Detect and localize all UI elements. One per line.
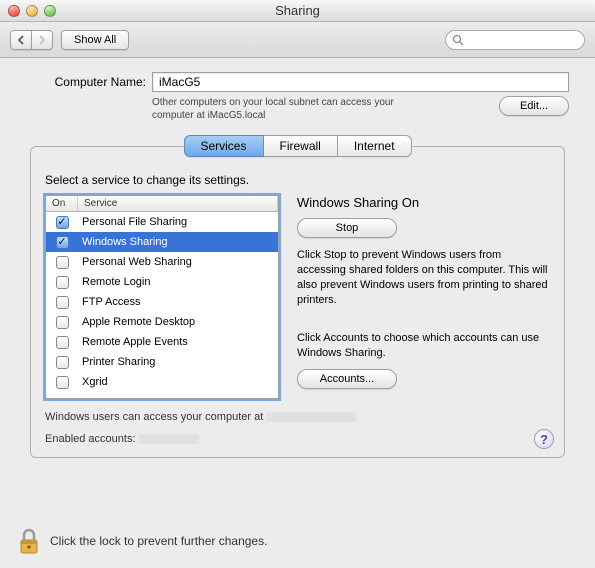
access-text: Windows users can access your computer a…: [45, 411, 263, 423]
redacted-address: [266, 412, 356, 422]
list-item[interactable]: Apple Remote Desktop: [46, 312, 278, 332]
lock-text: Click the lock to prevent further change…: [50, 534, 267, 548]
edit-button[interactable]: Edit...: [499, 96, 569, 116]
tab-firewall[interactable]: Firewall: [263, 135, 337, 157]
service-checkbox[interactable]: [56, 356, 69, 369]
list-item[interactable]: ✓ Windows Sharing: [46, 232, 278, 252]
service-checkbox[interactable]: ✓: [56, 216, 69, 229]
list-item[interactable]: FTP Access: [46, 292, 278, 312]
service-desc-1: Click Stop to prevent Windows users from…: [297, 248, 550, 307]
service-label: Windows Sharing: [78, 236, 278, 248]
list-item[interactable]: Printer Sharing: [46, 352, 278, 372]
column-on[interactable]: On: [46, 196, 78, 211]
service-label: Personal File Sharing: [78, 216, 278, 228]
search-input[interactable]: [467, 33, 578, 47]
redacted-accounts: [139, 434, 199, 444]
list-item[interactable]: ✓ Personal File Sharing: [46, 212, 278, 232]
computer-name-field[interactable]: [152, 72, 569, 92]
search-field[interactable]: [445, 30, 585, 50]
forward-button[interactable]: [31, 30, 53, 50]
panel-instruction: Select a service to change its settings.: [45, 173, 550, 187]
service-label: Apple Remote Desktop: [78, 316, 278, 328]
service-label: Printer Sharing: [78, 356, 278, 368]
service-checkbox[interactable]: [56, 376, 69, 389]
service-checkbox[interactable]: [56, 256, 69, 269]
lock-row: Click the lock to prevent further change…: [16, 526, 267, 556]
service-checkbox[interactable]: [56, 296, 69, 309]
computer-name-label: Computer Name:: [26, 75, 146, 89]
back-button[interactable]: [10, 30, 31, 50]
content-area: Computer Name: Other computers on your l…: [0, 58, 595, 464]
panel-footer: Windows users can access your computer a…: [45, 411, 550, 445]
titlebar: Sharing: [0, 0, 595, 22]
service-label: Personal Web Sharing: [78, 256, 278, 268]
service-label: Remote Apple Events: [78, 336, 278, 348]
window-title: Sharing: [0, 3, 595, 18]
services-list[interactable]: On Service ✓ Personal File Sharing ✓ Window…: [45, 195, 279, 399]
service-checkbox[interactable]: [56, 316, 69, 329]
chevron-right-icon: [38, 35, 46, 45]
service-checkbox[interactable]: ✓: [56, 236, 69, 249]
column-service[interactable]: Service: [78, 196, 278, 211]
show-all-button[interactable]: Show All: [61, 30, 129, 50]
lock-icon[interactable]: [16, 526, 42, 556]
service-label: Remote Login: [78, 276, 278, 288]
enabled-accounts-text: Enabled accounts:: [45, 433, 136, 445]
stop-button[interactable]: Stop: [297, 218, 397, 238]
list-header: On Service: [46, 196, 278, 212]
service-desc-2: Click Accounts to choose which accounts …: [297, 331, 550, 361]
help-button[interactable]: ?: [534, 429, 554, 449]
service-label: FTP Access: [78, 296, 278, 308]
search-icon: [452, 34, 463, 46]
service-status-title: Windows Sharing On: [297, 195, 550, 210]
list-item[interactable]: Personal Web Sharing: [46, 252, 278, 272]
list-item[interactable]: Remote Login: [46, 272, 278, 292]
nav-back-forward: [10, 30, 53, 50]
tab-internet[interactable]: Internet: [338, 135, 412, 157]
tab-services[interactable]: Services: [183, 135, 263, 157]
service-detail: Windows Sharing On Stop Click Stop to pr…: [297, 195, 550, 399]
service-checkbox[interactable]: [56, 276, 69, 289]
service-label: Xgrid: [78, 376, 278, 388]
chevron-left-icon: [17, 35, 25, 45]
accounts-button[interactable]: Accounts...: [297, 369, 397, 389]
tab-bar: Services Firewall Internet: [183, 135, 411, 157]
list-item[interactable]: Remote Apple Events: [46, 332, 278, 352]
service-checkbox[interactable]: [56, 336, 69, 349]
list-item[interactable]: Xgrid: [46, 372, 278, 392]
toolbar: Show All: [0, 22, 595, 58]
services-panel: Services Firewall Internet Select a serv…: [30, 146, 565, 458]
computer-name-subtext: Other computers on your local subnet can…: [152, 96, 432, 122]
